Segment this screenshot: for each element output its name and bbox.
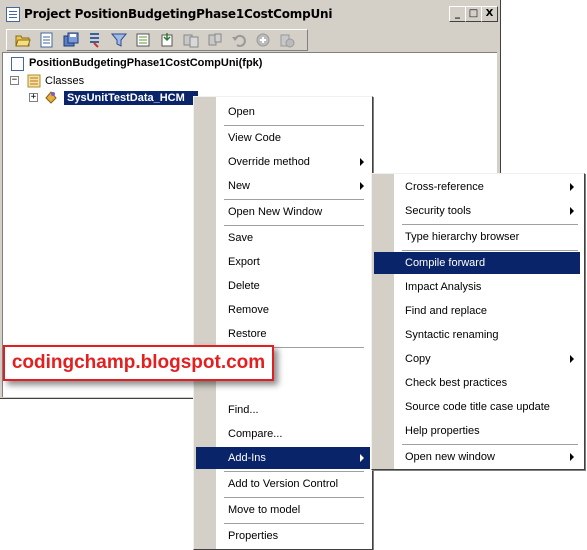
submenu-arrow-icon <box>570 453 574 461</box>
classes-folder-icon <box>27 74 41 88</box>
menu-item-remove[interactable]: Remove <box>216 299 370 321</box>
classes-label: Classes <box>45 75 85 87</box>
selected-class-label[interactable]: SysUnitTestData_HCM <box>64 91 198 105</box>
menu-item-delete[interactable]: Delete <box>216 275 370 297</box>
menu-item-move-to-model[interactable]: Move to model <box>216 499 370 521</box>
menu-separator <box>224 225 364 226</box>
menu-separator <box>402 250 578 251</box>
menu-separator <box>402 224 578 225</box>
duplicate-icon[interactable] <box>183 32 199 48</box>
add-ins-submenu: Cross-reference Security tools Type hier… <box>371 173 585 470</box>
collapse-icon[interactable]: − <box>10 76 19 85</box>
menu-separator <box>402 444 578 445</box>
submenu-item-compile-forward[interactable]: Compile forward <box>374 252 580 274</box>
version-control-icon[interactable] <box>207 32 223 48</box>
project-window-icon <box>6 7 20 22</box>
open-icon[interactable] <box>15 32 31 48</box>
submenu-item-security-tools[interactable]: Security tools <box>394 200 582 222</box>
submenu-item-syntactic-renaming[interactable]: Syntactic renaming <box>394 324 582 346</box>
class-icon <box>45 91 57 104</box>
project-toolbar <box>6 29 308 51</box>
maximize-button[interactable]: □ <box>465 6 482 22</box>
expand-icon[interactable]: + <box>29 93 38 102</box>
close-button[interactable]: X <box>481 6 498 22</box>
menu-separator <box>224 125 364 126</box>
menu-item-restore[interactable]: Restore <box>216 323 370 345</box>
submenu-item-copy[interactable]: Copy <box>394 348 582 370</box>
compile-icon[interactable] <box>87 32 103 48</box>
minimize-button[interactable]: _ <box>449 6 466 22</box>
undo-icon[interactable] <box>231 32 247 48</box>
properties-icon[interactable] <box>39 32 55 48</box>
submenu-arrow-icon <box>570 207 574 215</box>
submenu-gutter <box>372 174 394 469</box>
submenu-arrow-icon <box>360 158 364 166</box>
menu-item-export[interactable]: Export <box>216 251 370 273</box>
menu-item-open-new-window[interactable]: Open New Window <box>216 201 370 223</box>
project-icon <box>11 57 24 71</box>
menu-separator <box>224 199 364 200</box>
menu-item-override-method[interactable]: Override method <box>216 151 370 173</box>
new-icon[interactable] <box>135 32 151 48</box>
filter-icon[interactable] <box>111 32 127 48</box>
submenu-item-open-new-window[interactable]: Open new window <box>394 446 582 468</box>
project-name: PositionBudgetingPhase1CostCompUni(fpk) <box>29 57 263 69</box>
watermark-banner: codingchamp.blogspot.com <box>3 345 274 381</box>
menu-separator <box>224 471 364 472</box>
menu-item-add-ins[interactable]: Add-Ins <box>196 447 370 469</box>
menu-separator <box>224 497 364 498</box>
menu-item-view-code[interactable]: View Code <box>216 127 370 149</box>
submenu-arrow-icon <box>360 182 364 190</box>
menu-separator <box>224 523 364 524</box>
menu-item-find[interactable]: Find... <box>216 399 370 421</box>
submenu-item-find-and-replace[interactable]: Find and replace <box>394 300 582 322</box>
submenu-arrow-icon <box>570 355 574 363</box>
submenu-item-type-hierarchy-browser[interactable]: Type hierarchy browser <box>394 226 582 248</box>
import-icon[interactable] <box>159 32 175 48</box>
context-menu: Open View Code Override method New Open … <box>193 96 373 550</box>
submenu-arrow-icon <box>360 454 364 462</box>
menu-item-new[interactable]: New <box>216 175 370 197</box>
menu-item-open[interactable]: Open <box>216 101 370 123</box>
submenu-item-check-best-practices[interactable]: Check best practices <box>394 372 582 394</box>
submenu-item-source-code-title-case-update[interactable]: Source code title case update <box>394 396 582 418</box>
submenu-item-impact-analysis[interactable]: Impact Analysis <box>394 276 582 298</box>
save-all-icon[interactable] <box>63 32 79 48</box>
delete-icon[interactable] <box>279 32 295 48</box>
submenu-item-help-properties[interactable]: Help properties <box>394 420 582 442</box>
title-bar[interactable]: Project PositionBudgetingPhase1CostCompU… <box>2 5 498 23</box>
menu-gutter <box>194 97 216 549</box>
refresh-icon[interactable] <box>255 32 271 48</box>
submenu-arrow-icon <box>570 183 574 191</box>
menu-item-properties[interactable]: Properties <box>216 525 370 547</box>
submenu-item-cross-reference[interactable]: Cross-reference <box>394 176 582 198</box>
window-title: Project PositionBudgetingPhase1CostCompU… <box>24 7 333 21</box>
menu-item-compare[interactable]: Compare... <box>216 423 370 445</box>
menu-item-save[interactable]: Save <box>216 227 370 249</box>
menu-item-add-to-version-control[interactable]: Add to Version Control <box>216 473 370 495</box>
